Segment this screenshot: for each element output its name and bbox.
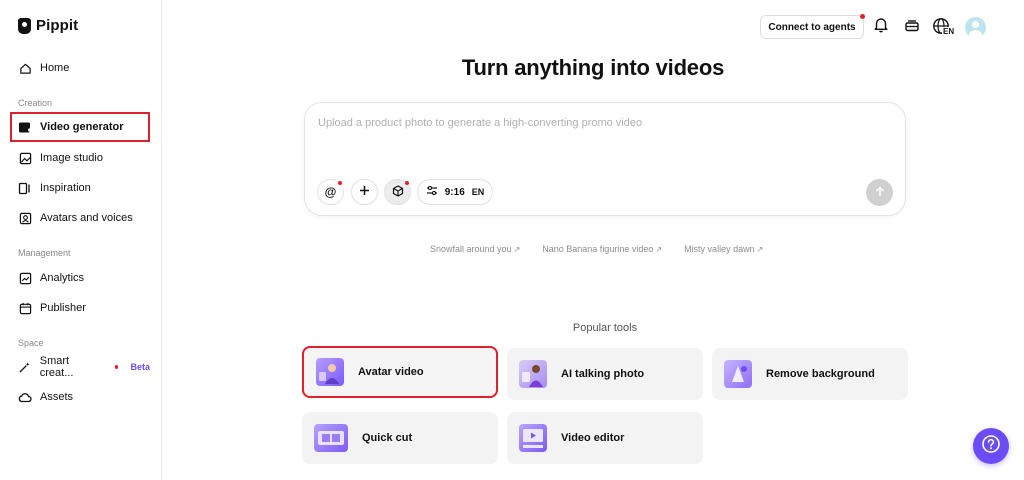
sidebar-item-label: Publisher	[40, 302, 86, 314]
language-button[interactable]: EN	[932, 17, 958, 37]
app-name: Pippit	[36, 17, 79, 34]
bell-icon	[873, 16, 889, 38]
prompt-language-value: EN	[471, 187, 485, 197]
notifications-button[interactable]	[871, 17, 891, 37]
help-button[interactable]	[973, 428, 1009, 464]
credits-button[interactable]	[902, 17, 922, 37]
sidebar-item-label: Avatars and voices	[40, 212, 133, 224]
analytics-icon	[18, 271, 32, 285]
sidebar-item-video-generator[interactable]: Video generator	[10, 112, 150, 142]
avatar-video-thumbnail	[316, 358, 344, 386]
inspiration-icon	[18, 181, 32, 195]
popular-tools-heading: Popular tools	[572, 322, 638, 334]
sidebar-item-label: Video generator	[40, 121, 124, 133]
quick-cut-thumbnail	[314, 424, 348, 452]
arrow-up-right-icon: ↗	[513, 245, 521, 254]
tool-card-label: Video editor	[561, 432, 625, 444]
suggestion-item[interactable]: Snowfall around you ↗	[430, 244, 520, 254]
add-attachment-button[interactable]	[351, 179, 378, 205]
tool-card-avatar-video[interactable]: Avatar video	[302, 346, 498, 398]
video-editor-thumbnail	[519, 424, 547, 452]
magic-wand-icon	[18, 360, 32, 374]
model-select-button[interactable]	[384, 179, 411, 205]
sidebar-item-analytics[interactable]: Analytics	[10, 263, 150, 293]
pippit-logo-icon	[18, 17, 31, 34]
section-label-space: Space	[18, 338, 44, 348]
video-generator-icon	[18, 120, 32, 134]
arrow-up-icon	[875, 184, 885, 202]
suggestion-item[interactable]: Nano Banana figurine video ↗	[542, 244, 662, 254]
tool-card-video-editor[interactable]: Video editor	[507, 412, 703, 464]
sidebar-item-assets[interactable]: Assets	[10, 382, 150, 412]
app-logo[interactable]: Pippit	[18, 17, 78, 34]
sidebar-item-label: Image studio	[40, 152, 103, 164]
sidebar-item-label: Analytics	[40, 272, 85, 284]
plus-icon	[359, 185, 370, 199]
remove-background-thumbnail	[724, 360, 752, 388]
tool-card-label: Avatar video	[358, 366, 424, 378]
sidebar-item-inspiration[interactable]: Inspiration	[10, 173, 150, 203]
mention-button[interactable]: @	[317, 179, 344, 205]
notification-dot	[860, 14, 865, 19]
tool-card-label: AI talking photo	[561, 368, 645, 380]
ai-talking-photo-thumbnail	[519, 360, 547, 388]
question-icon	[981, 434, 1001, 459]
beta-badge: Beta	[130, 362, 150, 372]
cloud-icon	[18, 390, 32, 404]
notification-dot	[405, 181, 409, 185]
prompt-box: @ 9:16 EN	[304, 102, 906, 216]
connect-to-agents-label: Connect to agents	[768, 21, 856, 33]
sidebar-item-smart-creation[interactable]: Smart creat... Beta	[10, 352, 150, 382]
page-title: Turn anything into videos	[461, 55, 725, 80]
notification-dot	[114, 365, 119, 369]
cube-icon	[392, 184, 404, 200]
user-avatar[interactable]	[965, 17, 986, 38]
tool-card-remove-background[interactable]: Remove background	[712, 348, 908, 400]
globe-icon: EN	[932, 17, 958, 37]
tool-card-label: Quick cut	[362, 432, 413, 444]
avatar-voice-icon	[18, 211, 32, 225]
sidebar-item-publisher[interactable]: Publisher	[10, 293, 150, 323]
tool-card-quick-cut[interactable]: Quick cut	[302, 412, 498, 464]
sidebar-item-image-studio[interactable]: Image studio	[10, 143, 150, 173]
section-label-creation: Creation	[18, 98, 53, 108]
send-button[interactable]	[866, 179, 893, 206]
connect-to-agents-button[interactable]: Connect to agents	[760, 14, 865, 39]
arrow-up-right-icon: ↗	[655, 245, 663, 254]
settings-pill[interactable]: 9:16 EN	[417, 179, 493, 205]
tool-card-ai-talking-photo[interactable]: AI talking photo	[507, 348, 703, 400]
tool-card-label: Remove background	[766, 368, 875, 380]
arrow-up-right-icon: ↗	[756, 245, 764, 254]
suggestion-item[interactable]: Misty valley dawn ↗	[684, 244, 763, 254]
section-label-management: Management	[18, 248, 71, 258]
at-sign-icon: @	[324, 185, 337, 199]
aspect-ratio-value: 9:16	[444, 186, 465, 198]
sidebar-item-label: Inspiration	[40, 182, 91, 194]
stack-icon	[904, 18, 920, 37]
image-studio-icon	[18, 151, 32, 165]
notification-dot	[338, 181, 342, 185]
calendar-icon	[18, 301, 32, 315]
sidebar-item-label: Smart creat...	[39, 355, 74, 379]
prompt-input[interactable]	[318, 117, 878, 129]
sliders-icon	[426, 185, 438, 199]
suggestion-list: Snowfall around you ↗ Nano Banana figurin…	[430, 244, 763, 254]
sidebar-item-avatars-and-voices[interactable]: Avatars and voices	[10, 203, 150, 233]
language-code: EN	[942, 27, 956, 36]
sidebar-item-label: Assets	[40, 391, 74, 403]
